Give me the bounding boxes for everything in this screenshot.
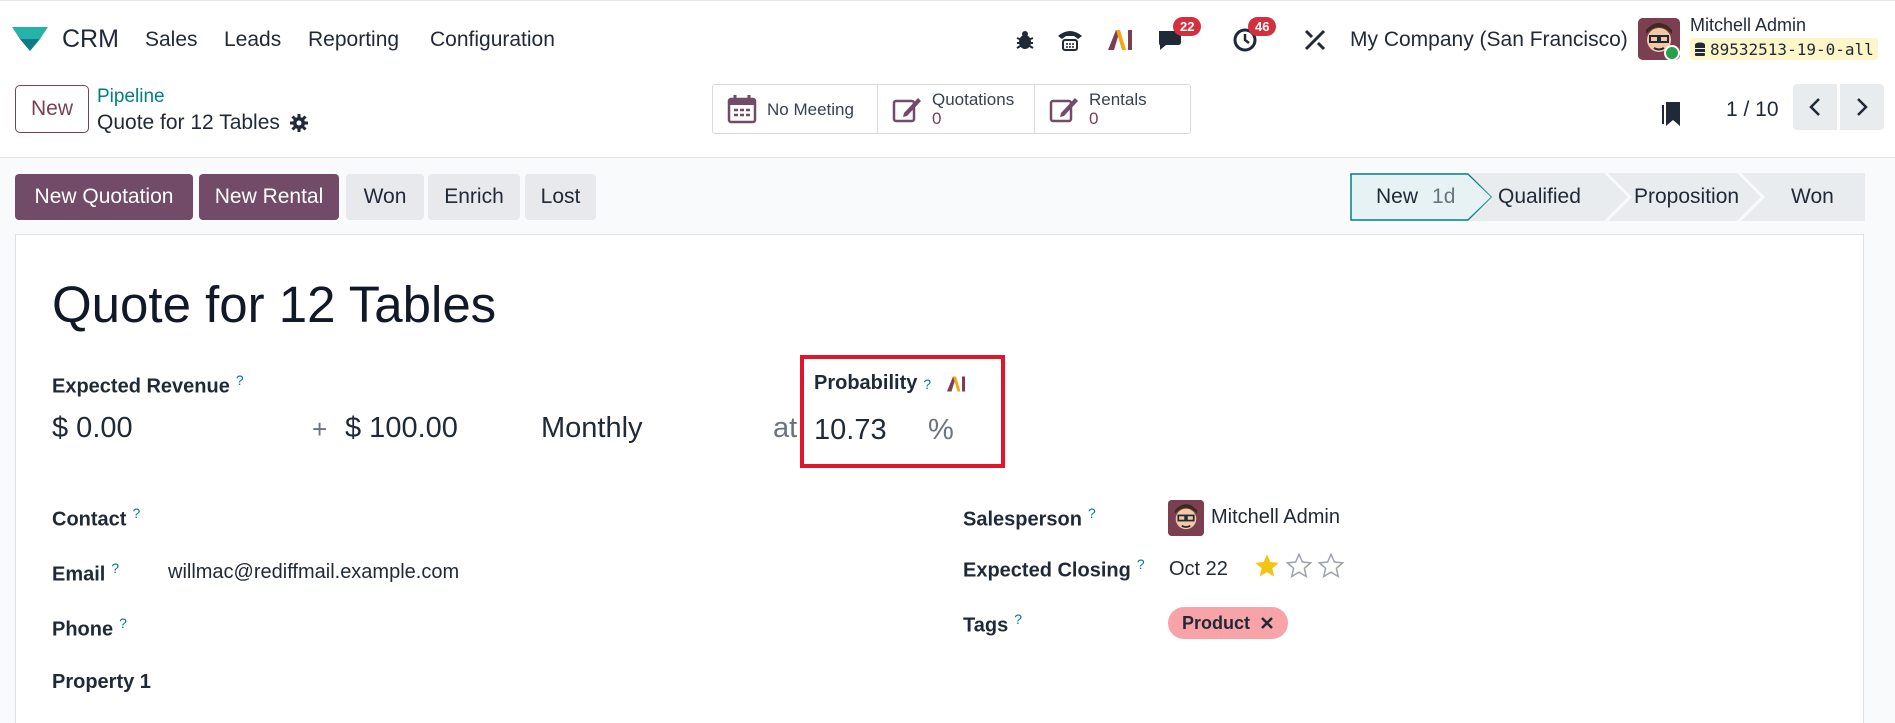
phone-label: Phone? (52, 615, 127, 641)
probability-field[interactable]: 10.73 (814, 414, 887, 447)
rentals-button[interactable]: Rentals 0 (1035, 85, 1190, 133)
menu-leads[interactable]: Leads (224, 28, 281, 52)
stage-won[interactable]: Won (1791, 173, 1834, 221)
phone-icon[interactable] (1055, 25, 1085, 55)
quotations-label: Quotations (932, 90, 1015, 109)
close-icon[interactable] (1260, 616, 1274, 630)
ai-icon[interactable] (945, 375, 967, 393)
chevron-right-icon (1857, 98, 1868, 116)
no-meeting-button[interactable]: No Meeting (713, 85, 878, 133)
ai-icon[interactable] (1105, 25, 1135, 55)
online-status-icon (1664, 45, 1680, 61)
priority-stars (1253, 552, 1345, 580)
menu-configuration[interactable]: Configuration (430, 28, 555, 52)
tools-icon[interactable] (1300, 25, 1330, 55)
clock-icon[interactable]: 46 (1230, 17, 1277, 55)
stage-statusbar: New 1d Qualified Proposition Won (1350, 173, 1865, 221)
chevron-left-icon (1809, 98, 1820, 116)
calendar-icon (727, 95, 757, 124)
stage-new-label: New (1376, 185, 1419, 208)
recurring-plan-field[interactable]: Monthly (541, 412, 643, 445)
menu-sales[interactable]: Sales (145, 28, 198, 52)
email-field[interactable]: willmac@rediffmail.example.com (168, 561, 459, 584)
menu-reporting[interactable]: Reporting (308, 28, 399, 52)
chat-icon[interactable]: 22 (1155, 17, 1202, 55)
stage-proposition[interactable]: Proposition (1634, 173, 1739, 221)
crm-logo-icon[interactable] (10, 23, 50, 53)
tag-product[interactable]: Product (1168, 607, 1289, 639)
database-tag: 89532513-19-0-all (1690, 38, 1878, 60)
activities-badge: 46 (1248, 17, 1277, 36)
probability-label: Probability? (814, 372, 967, 395)
won-button[interactable]: Won (346, 174, 424, 220)
control-panel: New Pipeline Quote for 12 Tables No Meet… (0, 76, 1895, 158)
bookmark-icon[interactable] (1660, 98, 1684, 128)
at-label: at (773, 412, 798, 444)
email-label: Email? (52, 560, 120, 586)
contact-label: Contact? (52, 505, 141, 531)
enrich-button[interactable]: Enrich (428, 174, 520, 220)
quotations-button[interactable]: Quotations 0 (878, 85, 1035, 133)
expected-revenue-field[interactable]: $ 0.00 (52, 412, 133, 445)
record-title: Quote for 12 Tables (97, 111, 280, 134)
stage-new[interactable]: New 1d (1376, 173, 1455, 221)
pager-value[interactable]: 1 / 10 (1726, 98, 1779, 122)
percent-sign: % (928, 414, 954, 446)
new-rental-button[interactable]: New Rental (199, 174, 339, 220)
gear-icon[interactable] (289, 114, 308, 132)
expected-closing-label: Expected Closing? (963, 556, 1145, 582)
rentals-label: Rentals (1089, 90, 1147, 109)
breadcrumb-pipeline[interactable]: Pipeline (97, 86, 165, 108)
opportunity-title[interactable]: Quote for 12 Tables (52, 275, 496, 334)
property-label: Property 1 (52, 671, 151, 693)
quotations-count: 0 (932, 109, 942, 128)
messages-badge: 22 (1173, 17, 1202, 36)
salesperson-label: Salesperson? (963, 505, 1096, 531)
tag-label: Product (1182, 612, 1251, 633)
expected-revenue-label: Expected Revenue? (52, 372, 244, 398)
company-switcher[interactable]: My Company (San Francisco) (1350, 28, 1628, 52)
star-filled-icon[interactable] (1253, 552, 1281, 580)
app-name[interactable]: CRM (62, 25, 119, 54)
breadcrumb-current: Quote for 12 Tables (97, 111, 308, 135)
new-record-button[interactable]: New (15, 85, 89, 133)
edit-icon (1049, 98, 1078, 123)
pager-previous-button[interactable] (1793, 84, 1837, 130)
new-quotation-button[interactable]: New Quotation (15, 174, 193, 220)
bug-icon[interactable] (1010, 25, 1040, 55)
no-meeting-label: No Meeting (767, 99, 854, 119)
database-name: 89532513-19-0-all (1710, 39, 1874, 59)
smart-buttons: No Meeting Quotations 0 Rentals 0 (712, 84, 1191, 134)
star-empty-icon[interactable] (1317, 552, 1345, 580)
lost-button[interactable]: Lost (525, 174, 596, 220)
edit-icon (892, 98, 921, 123)
rentals-count: 0 (1089, 109, 1099, 128)
plus-sign: + (312, 414, 328, 444)
top-navbar: CRM Sales Leads Reporting Configuration … (0, 0, 1895, 76)
salesperson-avatar (1168, 500, 1204, 536)
tags-label: Tags? (963, 611, 1022, 637)
pager-next-button[interactable] (1840, 84, 1884, 130)
salesperson-field[interactable]: Mitchell Admin (1211, 506, 1340, 529)
stage-qualified[interactable]: Qualified (1498, 173, 1581, 221)
stage-new-days: 1d (1432, 185, 1456, 208)
database-icon (1695, 42, 1705, 56)
star-empty-icon[interactable] (1285, 552, 1313, 580)
recurring-revenue-field[interactable]: $ 100.00 (345, 412, 458, 445)
user-name[interactable]: Mitchell Admin (1690, 15, 1806, 36)
expected-closing-field[interactable]: Oct 22 (1169, 558, 1228, 581)
